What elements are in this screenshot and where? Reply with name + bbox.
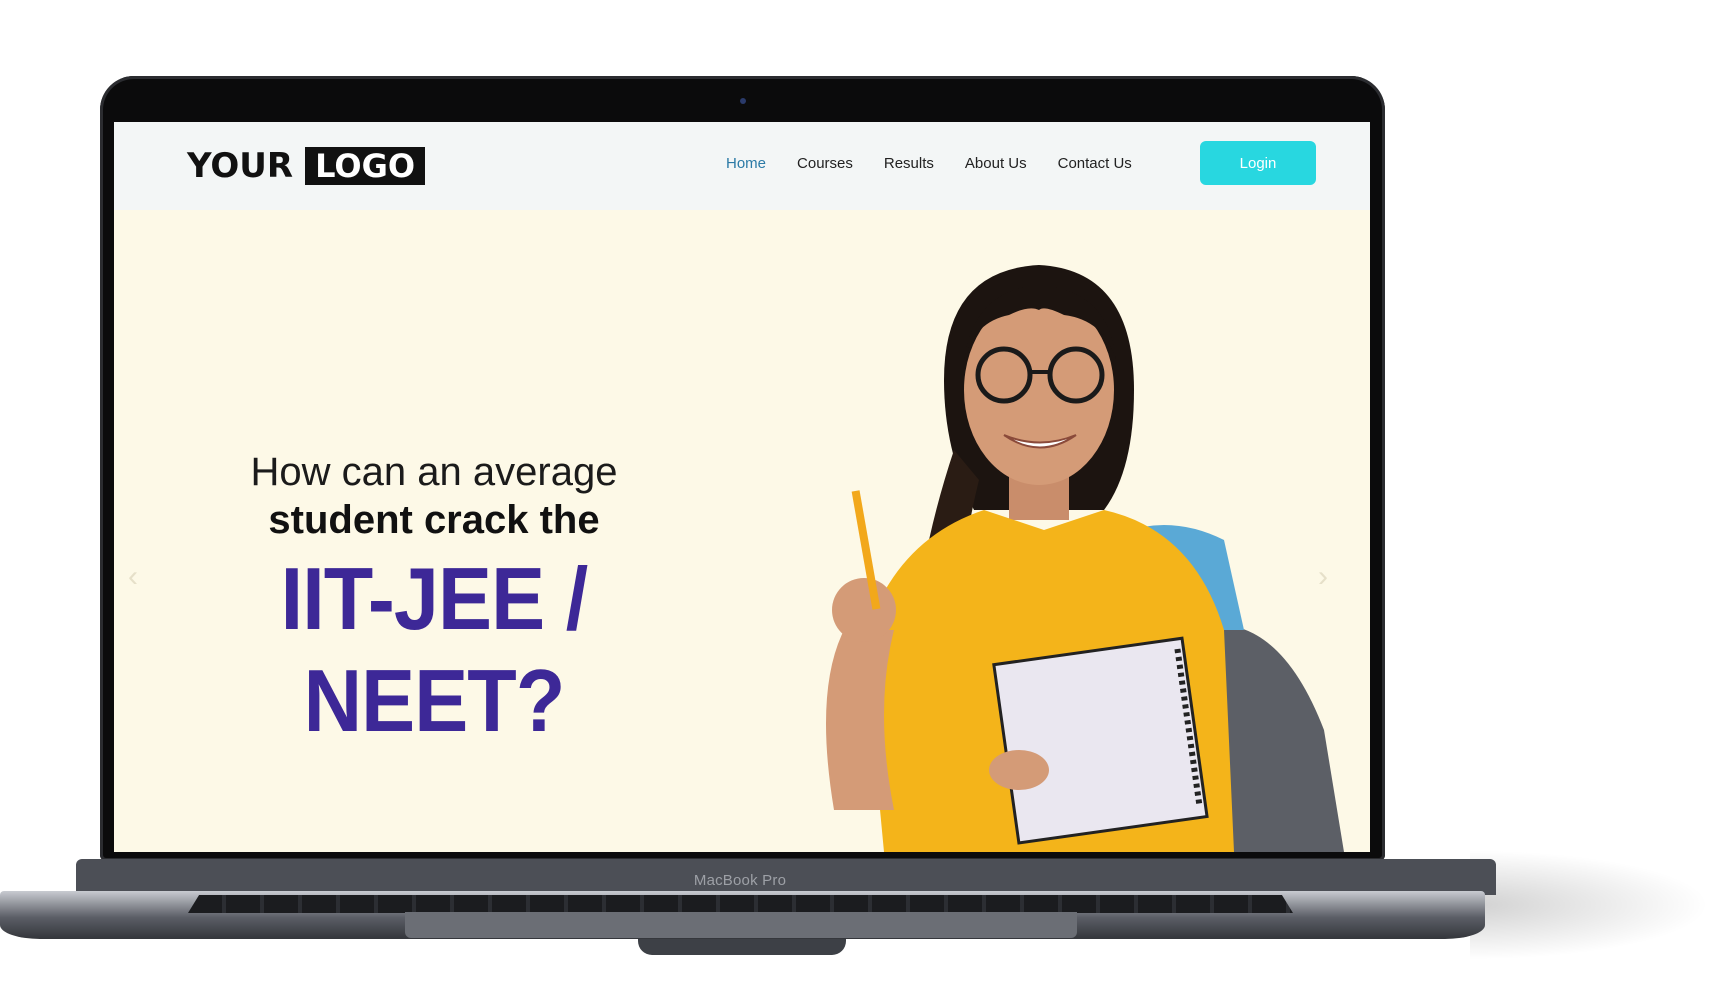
student-photo [826, 265, 1344, 852]
nav-contact-us[interactable]: Contact Us [1058, 152, 1132, 176]
laptop-screen: YOUR LOGO Home Courses Results About Us … [114, 122, 1370, 852]
navbar: YOUR LOGO Home Courses Results About Us … [114, 122, 1370, 210]
laptop-shadow [1470, 850, 1710, 960]
logo-word-logo: LOGO [305, 147, 426, 185]
login-button[interactable]: Login [1200, 141, 1316, 185]
nav-results[interactable]: Results [884, 152, 934, 176]
logo-word-your: YOUR [187, 146, 294, 186]
lid-notch [638, 939, 846, 955]
nav-courses[interactable]: Courses [797, 152, 853, 176]
carousel-prev-icon[interactable]: ‹ [128, 560, 138, 594]
hero-headline: IIT-JEE / NEET? [280, 549, 589, 750]
device-brand-label: MacBook Pro [693, 872, 787, 889]
hero-line-1: How can an average [250, 450, 618, 494]
camera-icon [740, 98, 746, 104]
main-menu: Home Courses Results About Us Contact Us [726, 152, 1132, 176]
trackpad [405, 912, 1077, 938]
hero-carousel: How can an average student crack the IIT… [114, 210, 1370, 852]
nav-home[interactable]: Home [726, 152, 766, 176]
nav-about-us[interactable]: About Us [965, 152, 1027, 176]
hero-line-2: student crack the [268, 498, 600, 542]
keyboard-row [188, 895, 1293, 913]
logo[interactable]: YOUR LOGO [187, 146, 426, 186]
